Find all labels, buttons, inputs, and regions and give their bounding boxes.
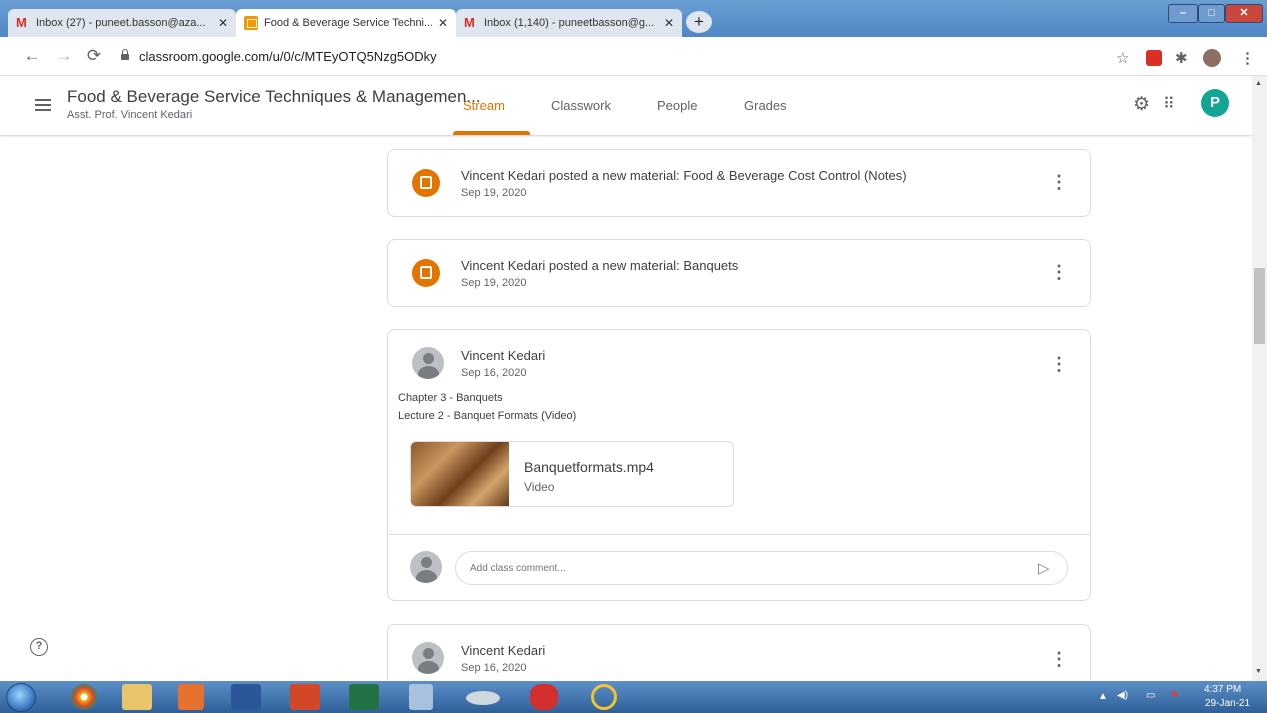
post-author: Vincent Kedari: [461, 643, 546, 658]
account-avatar[interactable]: P: [1201, 89, 1229, 117]
excel-icon[interactable]: [349, 684, 379, 710]
classroom-header: Food & Beverage Service Techniques & Man…: [0, 76, 1252, 135]
comment-row: ▷: [388, 534, 1090, 600]
help-icon[interactable]: ?: [30, 638, 48, 656]
tab-title: Food & Beverage Service Techni...: [264, 17, 432, 29]
tab-classwork[interactable]: Classwork: [551, 98, 611, 113]
reload-icon[interactable]: ⟳: [82, 46, 106, 66]
volume-icon[interactable]: ◀): [1117, 690, 1128, 701]
apps-grid-icon[interactable]: ⠿: [1163, 94, 1175, 114]
card-title: Vincent Kedari posted a new material: Ba…: [461, 258, 739, 273]
card-title: Vincent Kedari posted a new material: Fo…: [461, 168, 907, 183]
windows-taskbar: ▲ ◀) ▭ ⚑ 4:37 PM 29-Jan-21: [0, 681, 1267, 713]
author-avatar: [412, 347, 444, 379]
more-options-icon[interactable]: ⋮: [1050, 262, 1068, 283]
browser-tab-inbox-27[interactable]: Inbox (27) - puneet.basson@aza... ✕: [8, 9, 236, 37]
powerpoint-icon[interactable]: [290, 684, 320, 710]
class-comment-input[interactable]: [455, 551, 1068, 585]
attachment-type: Video: [524, 480, 555, 494]
classroom-icon: [244, 16, 258, 30]
course-title[interactable]: Food & Beverage Service Techniques & Man…: [67, 87, 481, 107]
tab-people[interactable]: People: [657, 98, 697, 113]
tab-stream[interactable]: Stream: [463, 98, 505, 113]
network-icon[interactable]: ▭: [1146, 690, 1155, 701]
back-arrow-icon[interactable]: ←: [20, 46, 44, 66]
address-bar[interactable]: classroom.google.com/u/0/c/MTEyOTQ5Nzg5O…: [139, 49, 437, 64]
calculator-icon[interactable]: [409, 684, 433, 710]
send-icon[interactable]: ▷: [1038, 559, 1050, 577]
browser-tab-inbox-1140[interactable]: Inbox (1,140) - puneetbasson@g... ✕: [456, 9, 682, 37]
post-body-line: Lecture 2 - Banquet Formats (Video): [398, 410, 577, 422]
clock-time[interactable]: 4:37 PM: [1204, 684, 1241, 695]
card-date: Sep 19, 2020: [461, 277, 527, 289]
clock-date[interactable]: 29-Jan-21: [1205, 698, 1250, 709]
card-date: Sep 19, 2020: [461, 187, 527, 199]
post-body-line: Chapter 3 - Banquets: [398, 392, 503, 404]
media-player-icon[interactable]: [178, 684, 204, 710]
gmail-icon: [464, 15, 478, 30]
tab-title: Inbox (1,140) - puneetbasson@g...: [484, 17, 655, 29]
new-tab-button[interactable]: +: [686, 11, 712, 33]
start-button[interactable]: [6, 683, 36, 712]
material-icon: [412, 259, 440, 287]
lock-icon: [121, 49, 129, 60]
tab-title: Inbox (27) - puneet.basson@aza...: [36, 17, 206, 29]
pdf-extension-icon[interactable]: [1146, 50, 1162, 66]
minimize-button[interactable]: –: [1168, 4, 1198, 23]
chrome-taskbar-icon[interactable]: [71, 684, 97, 710]
video-thumbnail: [411, 442, 509, 506]
bookmark-star-icon[interactable]: ☆: [1116, 49, 1129, 67]
action-center-flag-icon[interactable]: ⚑: [1170, 690, 1179, 701]
stream-post-card: Vincent Kedari Sep 16, 2020 ⋮ Chapter 3 …: [387, 329, 1091, 601]
settings-gear-icon[interactable]: ⚙: [1133, 93, 1150, 116]
maximize-button[interactable]: □: [1198, 4, 1225, 23]
internet-explorer-icon[interactable]: [591, 684, 617, 710]
paint-splash-icon[interactable]: [530, 684, 558, 710]
course-teacher: Asst. Prof. Vincent Kedari: [67, 109, 193, 121]
scrollbar-thumb[interactable]: [1254, 268, 1265, 344]
scroll-down-arrow-icon[interactable]: ▼: [1255, 668, 1262, 675]
tab-grades[interactable]: Grades: [744, 98, 787, 113]
profile-avatar-icon[interactable]: [1203, 49, 1221, 67]
post-date: Sep 16, 2020: [461, 662, 527, 674]
page-scrollbar[interactable]: [1252, 76, 1267, 681]
forward-arrow-icon[interactable]: →: [52, 46, 76, 66]
word-icon[interactable]: [231, 684, 261, 710]
close-tab-icon[interactable]: ✕: [664, 16, 674, 30]
close-tab-icon[interactable]: ✕: [218, 16, 228, 30]
eraser-app-icon[interactable]: [466, 691, 500, 705]
post-date: Sep 16, 2020: [461, 367, 527, 379]
scroll-up-arrow-icon[interactable]: ▲: [1255, 80, 1262, 87]
attachment-filename: Banquetformats.mp4: [524, 459, 654, 475]
video-attachment[interactable]: Banquetformats.mp4 Video: [410, 441, 734, 507]
show-hidden-icons-icon[interactable]: ▲: [1098, 691, 1108, 702]
commenter-avatar: [410, 551, 442, 583]
explorer-folder-icon[interactable]: [122, 684, 152, 710]
browser-tab-classroom[interactable]: Food & Beverage Service Techni... ✕: [236, 9, 456, 37]
more-options-icon[interactable]: ⋮: [1050, 354, 1068, 375]
close-tab-icon[interactable]: ✕: [438, 16, 448, 30]
stream-material-card[interactable]: Vincent Kedari posted a new material: Fo…: [387, 149, 1091, 217]
stream-material-card[interactable]: Vincent Kedari posted a new material: Ba…: [387, 239, 1091, 307]
active-tab-indicator: [453, 131, 530, 135]
hamburger-menu-icon[interactable]: [35, 99, 51, 111]
author-avatar: [412, 642, 444, 674]
extensions-puzzle-icon[interactable]: ✱: [1175, 49, 1188, 67]
close-window-button[interactable]: ✕: [1225, 4, 1263, 23]
browser-menu-icon[interactable]: ⋮: [1240, 49, 1255, 67]
post-author: Vincent Kedari: [461, 348, 546, 363]
browser-tab-strip: Inbox (27) - puneet.basson@aza... ✕ Food…: [0, 0, 1267, 37]
material-icon: [412, 169, 440, 197]
more-options-icon[interactable]: ⋮: [1050, 649, 1068, 670]
more-options-icon[interactable]: ⋮: [1050, 172, 1068, 193]
gmail-icon: [16, 15, 30, 30]
